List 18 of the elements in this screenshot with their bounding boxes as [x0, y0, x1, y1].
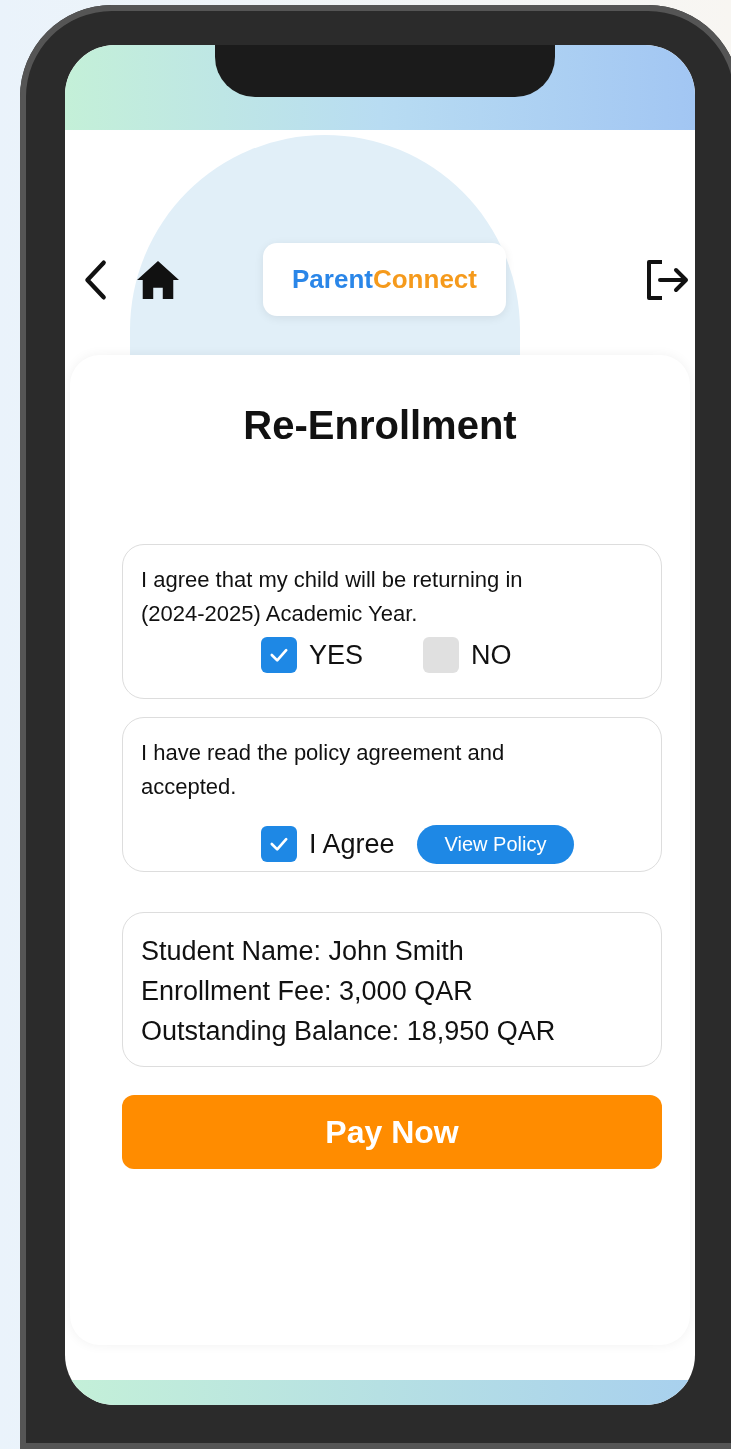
view-policy-button[interactable]: View Policy	[416, 824, 575, 864]
home-icon[interactable]	[135, 258, 181, 301]
question-text: I have read the policy agreement and accepted.	[141, 739, 506, 801]
checkbox[interactable]	[261, 637, 297, 673]
checkbox[interactable]	[261, 826, 297, 862]
logout-icon[interactable]	[644, 257, 690, 302]
back-icon[interactable]	[82, 257, 108, 302]
detail-text: Outstanding Balance: 18,950 QAR	[141, 1015, 557, 1048]
detail-text: Enrollment Fee: 3,000 QAR	[141, 975, 474, 1008]
question-text: I agree that my child will be returning in (2024-2025) Academic Year.	[141, 566, 524, 628]
page-title: Re-Enrollment	[242, 402, 518, 448]
option-label: NO	[471, 639, 512, 671]
pay-now-button[interactable]: Pay Now	[122, 1095, 662, 1169]
checkbox[interactable]	[423, 637, 460, 673]
detail-text: Student Name: John Smith	[141, 935, 465, 968]
app-logo: ParentConnect	[263, 243, 506, 316]
option-label: I Agree	[309, 828, 395, 860]
option-label: YES	[309, 639, 364, 671]
